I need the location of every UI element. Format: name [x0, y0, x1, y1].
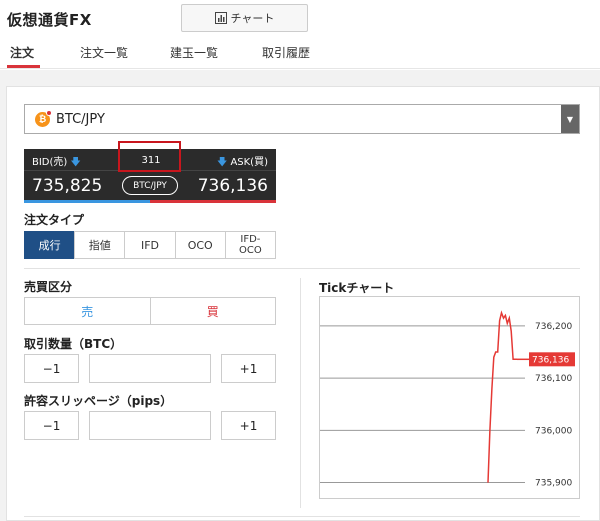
spread-highlight-box [118, 141, 181, 172]
side-label: 売買区分 [24, 280, 73, 294]
slippage-input[interactable] [89, 411, 211, 440]
divider-vertical [300, 278, 301, 508]
tab-order[interactable]: 注文 [10, 44, 34, 61]
quantity-label: 取引数量（BTC） [24, 337, 123, 351]
quantity-input[interactable] [89, 354, 211, 383]
bid-price[interactable]: 735,825 [32, 176, 102, 196]
tab-history[interactable]: 取引履歴 [262, 44, 310, 61]
bid-bar [24, 200, 150, 203]
order-type-ifd-oco[interactable]: IFD- OCO [224, 231, 277, 259]
arrow-down-icon: 🡇 [70, 157, 81, 168]
chart-icon [214, 12, 227, 24]
divider-bottom [24, 516, 580, 517]
slippage-minus-button[interactable]: −1 [24, 411, 79, 440]
pair-select[interactable]: ₿ BTC/JPY ▼ [24, 104, 580, 134]
sell-button[interactable]: 売 [24, 297, 151, 325]
slippage-plus-button[interactable]: +1 [221, 411, 276, 440]
y-tick-label: 736,200 [535, 322, 572, 332]
order-type-oco[interactable]: OCO [174, 231, 226, 259]
ask-price[interactable]: 736,136 [198, 176, 268, 196]
y-tick-label: 735,900 [535, 479, 572, 489]
order-type-limit[interactable]: 指値 [74, 231, 126, 259]
bitcoin-badge-dot [46, 109, 52, 116]
bitcoin-icon: ₿ [35, 109, 52, 127]
chart-button-label: チャート [230, 12, 275, 25]
order-type-group: 成行 指値 IFD OCO IFD- OCO [24, 231, 277, 259]
y-tick-label: 736,100 [535, 374, 572, 384]
tick-chart-svg: 736,200 736,100 736,000 735,900 736,136 [320, 310, 575, 489]
quantity-minus-button[interactable]: −1 [24, 354, 79, 383]
buy-button[interactable]: 買 [149, 297, 276, 325]
pair-pill: BTC/JPY [122, 176, 178, 195]
arrow-down-icon: 🡇 [216, 157, 228, 168]
tab-positions[interactable]: 建玉一覧 [170, 44, 218, 61]
slippage-label: 許容スリッページ（pips） [24, 394, 173, 408]
tab-order-list[interactable]: 注文一覧 [80, 44, 128, 61]
y-tick-label: 736,000 [535, 426, 572, 436]
tab-bar: 注文 注文一覧 建玉一覧 取引履歴 [0, 36, 600, 69]
pair-select-value: BTC/JPY [56, 111, 105, 127]
order-type-label: 注文タイプ [24, 213, 85, 227]
quantity-plus-button[interactable]: +1 [221, 354, 276, 383]
bid-label: BID(売) 🡇 [32, 157, 81, 168]
divider [24, 268, 580, 269]
tick-line [487, 310, 517, 483]
side-group: 売 買 [24, 297, 276, 325]
tick-chart: 736,200 736,100 736,000 735,900 736,136 [319, 296, 580, 499]
ask-label: 🡇 ASK(買) [216, 157, 268, 168]
chevron-down-icon[interactable]: ▼ [561, 105, 579, 133]
ask-bar [150, 200, 276, 203]
order-type-market[interactable]: 成行 [24, 231, 76, 259]
tick-chart-title: Tickチャート [319, 281, 395, 295]
app-title: 仮想通貨FX [7, 11, 92, 29]
chart-button[interactable]: チャート [181, 4, 308, 32]
order-type-ifd[interactable]: IFD [124, 231, 176, 259]
active-tab-indicator [7, 65, 40, 68]
current-price-label: 736,136 [532, 355, 569, 365]
